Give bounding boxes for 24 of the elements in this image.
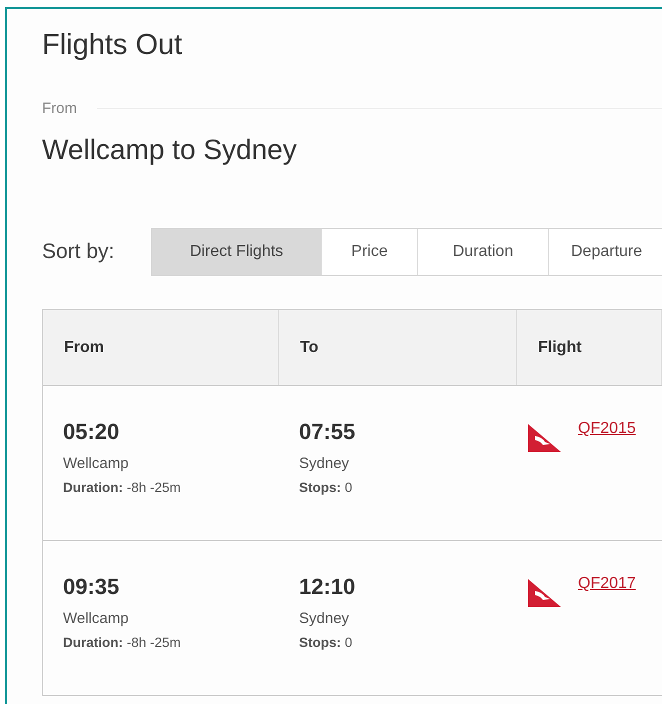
stops-text: Stops: 0 — [299, 480, 352, 495]
departure-time: 05:20 — [63, 419, 120, 445]
origin-city: Wellcamp — [63, 610, 129, 627]
duration-text: Duration: -8h -25m — [63, 635, 181, 650]
column-header: From — [43, 310, 279, 385]
arrival-time: 12:10 — [299, 574, 356, 600]
column-header: Flight — [517, 310, 662, 385]
page-title: Flights Out — [42, 29, 182, 62]
column-header: To — [279, 310, 517, 385]
origin-city: Wellcamp — [63, 455, 129, 472]
stops-text: Stops: 0 — [299, 635, 352, 650]
destination-city: Sydney — [299, 610, 350, 627]
flight-number-link[interactable]: QF2017 — [578, 575, 636, 593]
flight-number-link[interactable]: QF2015 — [578, 420, 636, 438]
logo-icon — [528, 579, 561, 607]
from-label: From — [42, 100, 77, 117]
departure-time: 09:35 — [63, 574, 120, 600]
sort-tab[interactable]: Direct Flights — [152, 229, 322, 275]
sort-label: Sort by: — [42, 240, 116, 264]
logo-icon — [528, 424, 561, 452]
route-title: Wellcamp to Sydney — [42, 134, 297, 166]
arrival-time: 07:55 — [299, 419, 356, 445]
destination-city: Sydney — [299, 455, 350, 472]
duration-text: Duration: -8h -25m — [63, 480, 181, 495]
